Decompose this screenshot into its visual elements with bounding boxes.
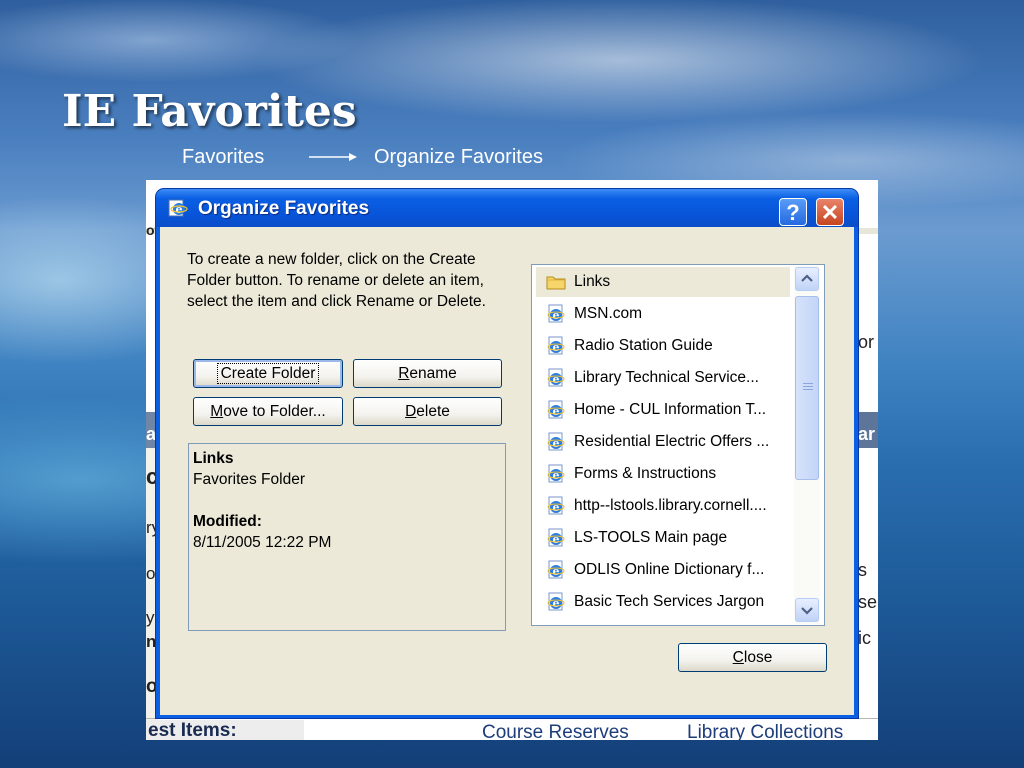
ie-page-icon: e <box>547 560 565 579</box>
dialog-title-bar[interactable]: e Organize Favorites ? ✕ <box>156 189 858 227</box>
item-name: Links <box>193 450 234 467</box>
list-item-label: http--lstools.library.cornell.... <box>574 497 767 514</box>
list-item[interactable]: e Forms & Instructions <box>536 459 790 489</box>
organize-favorites-dialog: e Organize Favorites ? ✕ To create a new… <box>156 189 858 718</box>
svg-text:e: e <box>553 437 560 450</box>
list-item-label: ODLIS Online Dictionary f... <box>574 561 765 578</box>
svg-text:e: e <box>553 405 560 418</box>
ie-page-icon: e <box>547 336 565 355</box>
list-item-label: Basic Tech Services Jargon <box>574 593 765 610</box>
scroll-thumb[interactable] <box>795 296 819 480</box>
favorites-list[interactable]: Links e MSN.com e Radio Station Guide e … <box>531 264 825 626</box>
bg-link-course-reserves[interactable]: Course Reserves <box>482 722 629 740</box>
bg-text-fragment: se <box>858 592 878 612</box>
list-item-label: Home - CUL Information T... <box>574 401 767 418</box>
ie-page-icon: e <box>547 592 565 611</box>
svg-text:e: e <box>553 373 560 386</box>
bg-text-fragment: ic <box>858 628 871 648</box>
arrow-right-icon <box>309 153 357 161</box>
rename-label: ename <box>409 365 457 382</box>
modified-value: 8/11/2005 12:22 PM <box>193 534 332 551</box>
rename-mnemonic: R <box>398 365 410 382</box>
ie-page-icon: e <box>547 432 565 451</box>
svg-text:e: e <box>553 341 560 354</box>
list-item-label: Forms & Instructions <box>574 465 717 482</box>
close-window-button[interactable]: ✕ <box>816 198 844 226</box>
menu-path-to: Organize Favorites <box>374 146 543 168</box>
ie-page-icon: e <box>547 400 565 419</box>
list-item[interactable]: e MSN.com <box>536 299 790 329</box>
list-item[interactable]: e Residential Electric Offers ... <box>536 427 790 457</box>
item-info-panel: Links Favorites Folder Modified: 8/11/20… <box>188 443 506 631</box>
list-item[interactable]: e ODLIS Online Dictionary f... <box>536 555 790 585</box>
delete-mnemonic: D <box>405 403 417 420</box>
chevron-up-icon <box>801 274 813 282</box>
scroll-down-button[interactable] <box>795 598 819 622</box>
svg-text:e: e <box>176 203 183 216</box>
bg-text-fragment: ar <box>858 424 876 444</box>
scroll-up-button[interactable] <box>795 267 819 291</box>
svg-text:e: e <box>553 533 560 546</box>
bg-link-library-collections[interactable]: Library Collections <box>687 722 843 740</box>
move-mnemonic: M <box>210 403 224 420</box>
list-item[interactable]: e Basic Tech Services Jargon <box>536 587 790 617</box>
instructions-text: To create a new folder, click on the Cre… <box>187 251 486 310</box>
svg-text:e: e <box>553 501 560 514</box>
item-type: Favorites Folder <box>193 471 305 488</box>
move-label: ove to Folder... <box>223 403 326 420</box>
ie-page-icon: e <box>547 368 565 387</box>
grip-icon <box>803 383 813 391</box>
dialog-body: To create a new folder, click on the Cre… <box>160 227 854 715</box>
slide-title: IE Favorites <box>62 86 357 137</box>
folder-icon <box>546 276 566 290</box>
modified-label: Modified: <box>193 513 262 530</box>
ie-page-icon: e <box>547 528 565 547</box>
divider <box>146 718 878 719</box>
list-item[interactable]: e LS-TOOLS Main page <box>536 523 790 553</box>
ie-page-icon: e <box>547 304 565 323</box>
list-item-label: MSN.com <box>574 305 643 322</box>
create-folder-button[interactable]: Create Folder <box>193 359 343 388</box>
svg-text:e: e <box>553 565 560 578</box>
delete-button[interactable]: Delete <box>353 397 502 426</box>
dialog-title: Organize Favorites <box>198 198 370 219</box>
list-item[interactable]: e Library Technical Service... <box>536 363 790 393</box>
create-folder-label: Create Folder <box>216 363 320 384</box>
list-item-label: Residential Electric Offers ... <box>574 433 770 450</box>
svg-text:e: e <box>553 309 560 322</box>
close-label: lose <box>743 649 773 666</box>
ie-logo-icon: e <box>168 199 188 217</box>
list-item-label: Links <box>574 273 611 290</box>
list-scrollbar[interactable] <box>794 266 820 624</box>
menu-path-from: Favorites <box>182 146 265 168</box>
list-item-label: Radio Station Guide <box>574 337 713 354</box>
list-item-label: Library Technical Service... <box>574 369 759 386</box>
bg-text-fragment: s <box>858 560 867 580</box>
ie-page-icon: e <box>547 496 565 515</box>
bg-text-fragment: or <box>858 332 875 352</box>
help-button[interactable]: ? <box>779 198 807 226</box>
bg-section-heading: est Items: <box>146 720 304 740</box>
close-button[interactable]: Close <box>678 643 827 672</box>
list-item[interactable]: e Home - CUL Information T... <box>536 395 790 425</box>
rename-button[interactable]: Rename <box>353 359 502 388</box>
move-to-folder-button[interactable]: Move to Folder... <box>193 397 343 426</box>
ie-page-icon: e <box>547 464 565 483</box>
chevron-down-icon <box>801 607 813 615</box>
list-item[interactable]: e Radio Station Guide <box>536 331 790 361</box>
list-item[interactable]: e http--lstools.library.cornell.... <box>536 491 790 521</box>
svg-text:e: e <box>553 597 560 610</box>
close-mnemonic: C <box>732 649 744 666</box>
bg-text-fragment: n <box>146 632 157 651</box>
bg-text-fragment: y <box>146 608 155 627</box>
list-item[interactable]: Links <box>536 267 790 297</box>
svg-text:e: e <box>553 469 560 482</box>
delete-label: elete <box>416 403 450 420</box>
list-item-label: LS-TOOLS Main page <box>574 529 728 546</box>
